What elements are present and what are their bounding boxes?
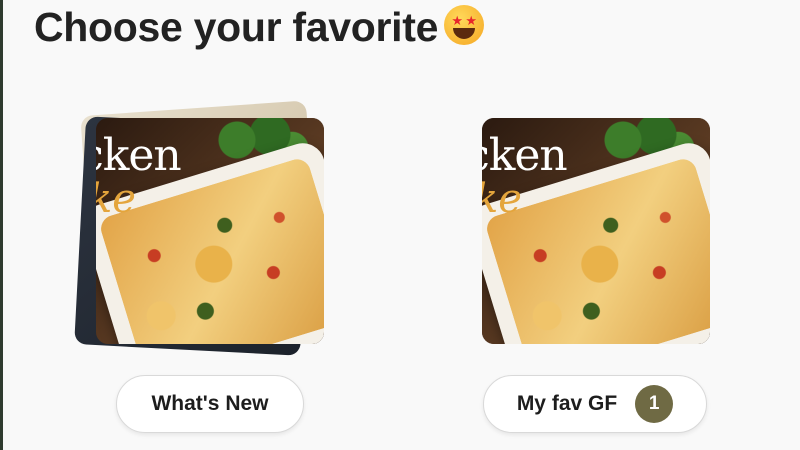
- whats-new-label: What's New: [151, 392, 269, 415]
- collection-my-fav-gf[interactable]: icken ke: [482, 118, 710, 344]
- my-fav-gf-label: My fav GF: [516, 392, 618, 415]
- cover-image-title-text: icken: [96, 130, 182, 181]
- whats-new-button[interactable]: What's New: [116, 375, 304, 433]
- page-title-text: Choose your favorite: [34, 4, 439, 50]
- count-badge: 1: [635, 385, 674, 423]
- cover-image-script-text: ke: [96, 176, 136, 222]
- page-title: Choose your favorite ★ ★: [34, 4, 485, 51]
- my-fav-gf-button[interactable]: My fav GF 1: [483, 375, 707, 433]
- cover-image-script-text: ke: [482, 176, 522, 222]
- collection-cover-image: icken ke: [482, 118, 710, 344]
- star-struck-emoji-icon: ★ ★: [444, 5, 485, 45]
- collection-whats-new[interactable]: icken ke: [74, 100, 324, 356]
- window-left-border: [0, 0, 3, 450]
- collection-cover-image: icken ke: [96, 118, 324, 344]
- cover-image-title-text: icken: [482, 130, 568, 181]
